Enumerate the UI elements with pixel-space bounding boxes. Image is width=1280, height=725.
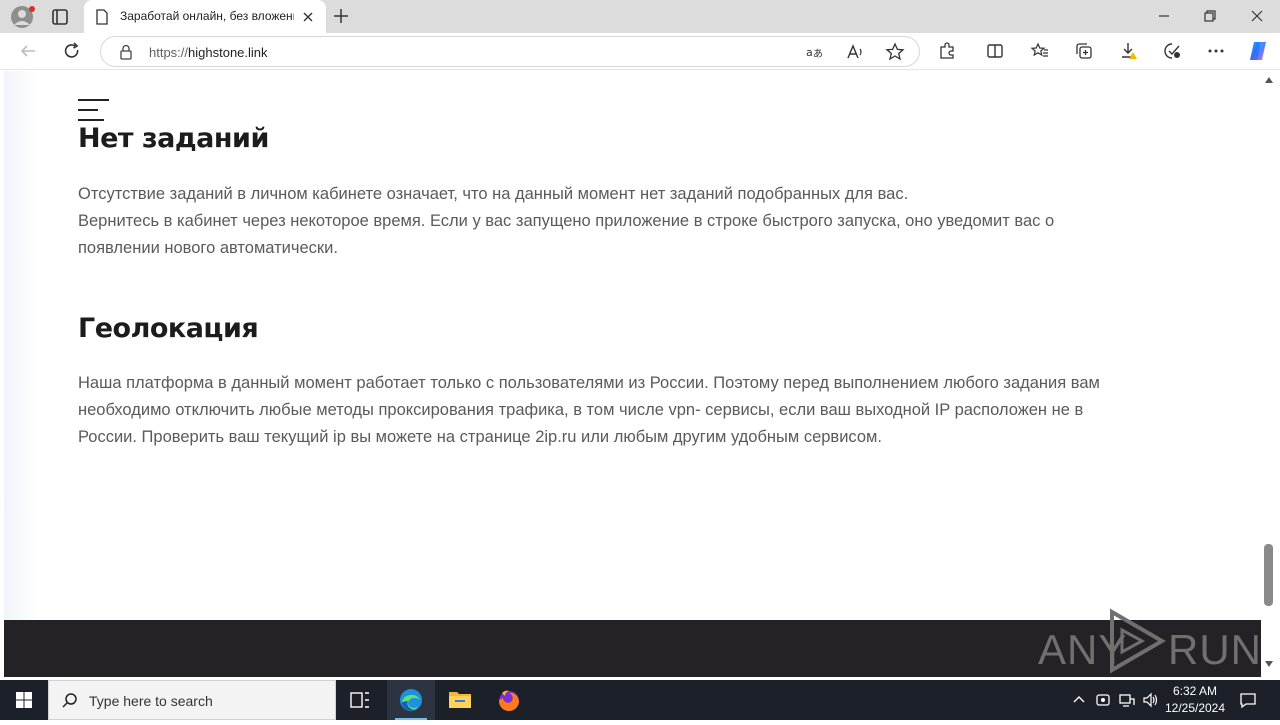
notification-dot-icon [29, 6, 35, 12]
scroll-up-arrow-icon[interactable] [1265, 77, 1273, 83]
restore-icon[interactable] [1200, 6, 1220, 26]
watermark-right-text: RUN [1168, 626, 1261, 673]
paragraph-line: Наша платформа в данный момент работает … [78, 374, 1100, 392]
lock-icon[interactable] [119, 44, 133, 60]
taskbar-edge-icon[interactable] [387, 680, 435, 720]
close-tab-icon[interactable] [300, 9, 316, 25]
search-icon [61, 692, 79, 710]
windows-start-icon[interactable] [0, 680, 48, 720]
tray-volume-icon[interactable] [1142, 690, 1160, 710]
translate-icon[interactable]: aあ [805, 42, 825, 62]
scroll-down-arrow-icon[interactable] [1265, 661, 1273, 667]
page-side-shade [4, 71, 40, 621]
favorites-icon[interactable] [1030, 41, 1050, 61]
tray-network-icon[interactable] [1118, 690, 1136, 710]
taskbar-file-explorer-icon[interactable] [436, 680, 484, 720]
play-logo-icon [1110, 608, 1166, 674]
page-footer: ANY RUN [4, 608, 1261, 677]
page-favicon-icon [95, 9, 109, 25]
url-scheme: https:// [149, 45, 189, 60]
url-text[interactable]: https://highstone.link [149, 45, 268, 61]
page-viewport: Нет заданий Отсутствие заданий в личном … [4, 71, 1261, 677]
more-options-icon[interactable] [1206, 41, 1226, 61]
reload-icon[interactable] [62, 41, 82, 61]
url-host: highstone.link [188, 45, 268, 60]
tab-actions-icon[interactable] [49, 6, 71, 28]
tray-security-icon[interactable] [1094, 690, 1112, 710]
extensions-icon[interactable] [937, 41, 957, 61]
clock-time: 6:32 AM [1172, 684, 1218, 698]
copilot-icon[interactable] [1246, 39, 1270, 63]
svg-text:a: a [806, 46, 813, 59]
paragraph-line: России. Проверить ваш текущий ip вы може… [78, 428, 882, 446]
taskbar-search-box[interactable]: Type here to search [48, 680, 336, 720]
browser-essentials-icon[interactable] [1162, 41, 1182, 61]
split-screen-icon[interactable] [985, 41, 1005, 61]
read-aloud-icon[interactable] [845, 42, 865, 62]
new-tab-icon[interactable] [331, 6, 351, 26]
favorite-star-icon[interactable] [885, 42, 905, 62]
taskbar-firefox-icon[interactable] [485, 680, 533, 720]
hamburger-menu-icon[interactable] [78, 99, 109, 123]
tab-active[interactable]: Заработай онлайн, без вложени [84, 0, 326, 33]
clock-date: 12/25/2024 [1164, 701, 1226, 715]
paragraph-geolocation: Наша платформа в данный момент работает … [78, 370, 1188, 451]
search-placeholder: Type here to search [89, 693, 213, 709]
close-window-icon[interactable] [1247, 6, 1267, 26]
heading-geolocation: Геолокация [78, 313, 259, 344]
windows-taskbar: Type here to search 6:32 AM 12/25/2024 [0, 680, 1280, 720]
svg-text:あ: あ [813, 48, 823, 60]
task-view-icon[interactable] [336, 680, 384, 720]
paragraph-line: Отсутствие заданий в личном кабинете озн… [78, 185, 909, 203]
paragraph-line: Вернитесь в кабинет через некоторое врем… [78, 212, 1055, 230]
profile-avatar-icon[interactable] [10, 5, 35, 29]
browser-toolbar: https://highstone.link aあ [0, 33, 1280, 70]
paragraph-no-tasks: Отсутствие заданий в личном кабинете озн… [78, 181, 1188, 262]
taskbar-clock[interactable]: 6:32 AM 12/25/2024 [1160, 683, 1230, 717]
notifications-icon[interactable] [1238, 690, 1258, 710]
heading-no-tasks: Нет заданий [78, 123, 269, 154]
page-scrollbar[interactable] [1261, 71, 1276, 677]
tab-title: Заработай онлайн, без вложени [120, 9, 294, 23]
minimize-icon[interactable] [1154, 6, 1174, 26]
browser-tab-strip: Заработай онлайн, без вложени [0, 0, 1280, 33]
tray-chevron-up-icon[interactable] [1070, 690, 1088, 710]
back-arrow-icon[interactable] [18, 41, 38, 61]
paragraph-line: необходимо отключить любые методы прокси… [78, 401, 1084, 419]
downloads-icon[interactable] [1119, 41, 1139, 61]
scrollbar-thumb[interactable] [1264, 544, 1273, 606]
collections-icon[interactable] [1074, 41, 1094, 61]
paragraph-line: появлении нового автоматически. [78, 239, 338, 257]
address-bar[interactable]: https://highstone.link aあ [100, 36, 920, 67]
